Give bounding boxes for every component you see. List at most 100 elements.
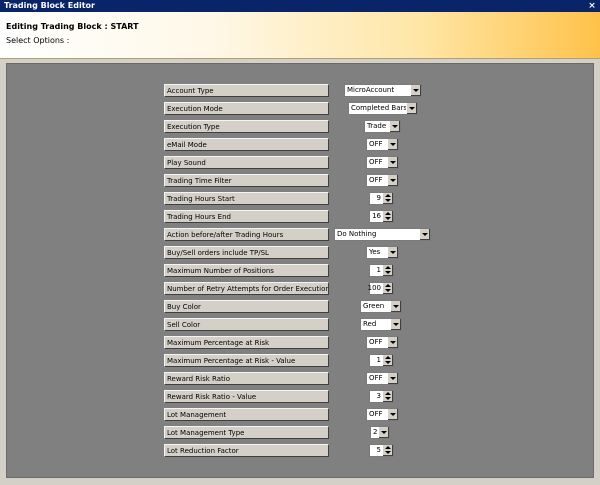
chevron-down-icon[interactable] (387, 175, 398, 186)
chevron-down-icon[interactable] (387, 247, 398, 258)
option-label: Trading Hours End (164, 210, 329, 223)
dropdown-buy-sell-orders-include-tp-sl[interactable]: Yes (366, 246, 399, 259)
option-row-execution-type: Execution Type Trade (164, 119, 564, 137)
option-value: 100 (367, 284, 381, 292)
spin-down-icon[interactable] (385, 199, 391, 202)
dropdown-sell-color[interactable]: Red (360, 318, 402, 331)
spin-down-icon[interactable] (385, 397, 391, 400)
spin-up-icon[interactable] (385, 356, 391, 359)
option-label: eMail Mode (164, 138, 329, 151)
dropdown-lot-management[interactable]: OFF (366, 408, 399, 421)
option-label: Maximum Percentage at Risk (164, 336, 329, 349)
dropdown-lot-management-type[interactable]: 2 (370, 426, 390, 439)
spin-down-icon[interactable] (385, 271, 391, 274)
dropdown-execution-mode[interactable]: Completed Bars (348, 102, 418, 115)
option-label: Reward Risk Ratio (164, 372, 329, 385)
spinner-lot-reduction-factor[interactable]: 5 (369, 444, 394, 457)
spin-up-icon[interactable] (385, 392, 391, 395)
option-value: 1 (376, 356, 381, 364)
option-row-trading-time-filter: Trading Time Filter OFF (164, 173, 564, 191)
spin-arrows-icon[interactable] (383, 355, 393, 366)
dropdown-buy-color[interactable]: Green (360, 300, 402, 313)
close-icon[interactable]: × (587, 1, 597, 11)
option-row-buy-sell-orders-include-tp-sl: Buy/Sell orders include TP/SL Yes (164, 245, 564, 263)
title-bar: Trading Block Editor × (0, 0, 600, 12)
chevron-down-icon[interactable] (406, 103, 417, 114)
dropdown-trading-time-filter[interactable]: OFF (366, 174, 399, 187)
option-row-email-mode: eMail Mode OFF (164, 137, 564, 155)
option-row-number-of-retry-attempts-for-order-execution: Number of Retry Attempts for Order Execu… (164, 281, 564, 299)
spinner-trading-hours-start[interactable]: 9 (369, 192, 394, 205)
option-value: Yes (369, 248, 381, 256)
chevron-down-icon[interactable] (387, 157, 398, 168)
chevron-down-icon[interactable] (389, 121, 400, 132)
option-row-buy-color: Buy Color Green (164, 299, 564, 317)
spin-down-icon[interactable] (385, 289, 391, 292)
option-label: Action before/after Trading Hours (164, 228, 329, 241)
options-panel: Account Type MicroAccount Execution Mode Co… (6, 63, 594, 478)
spin-up-icon[interactable] (385, 446, 391, 449)
spin-down-icon[interactable] (385, 451, 391, 454)
option-label: Lot Management (164, 408, 329, 421)
dropdown-play-sound[interactable]: OFF (366, 156, 399, 169)
option-label: Maximum Percentage at Risk - Value (164, 354, 329, 367)
spin-arrows-icon[interactable] (383, 211, 393, 222)
spinner-maximum-number-of-positions[interactable]: 1 (369, 264, 394, 277)
option-row-trading-hours-start: Trading Hours Start 9 (164, 191, 564, 209)
spin-down-icon[interactable] (385, 217, 391, 220)
option-value: Completed Bars (351, 104, 408, 112)
dropdown-email-mode[interactable]: OFF (366, 138, 399, 151)
option-value: 16 (372, 212, 381, 220)
option-value: OFF (369, 140, 383, 148)
spin-down-icon[interactable] (385, 361, 391, 364)
chevron-down-icon[interactable] (378, 427, 389, 438)
spinner-number-of-retry-attempts-for-order-execution[interactable]: 100 (367, 282, 394, 295)
dropdown-maximum-percentage-at-risk[interactable]: OFF (366, 336, 399, 349)
option-value: Trade (367, 122, 387, 130)
option-label: Reward Risk Ratio - Value (164, 390, 329, 403)
option-row-action-before-after-trading-hours: Action before/after Trading Hours Do Noth… (164, 227, 564, 245)
options-list: Account Type MicroAccount Execution Mode Co… (164, 83, 564, 461)
dropdown-reward-risk-ratio[interactable]: OFF (366, 372, 399, 385)
spin-up-icon[interactable] (385, 266, 391, 269)
chevron-down-icon[interactable] (387, 373, 398, 384)
spin-arrows-icon[interactable] (383, 193, 393, 204)
chevron-down-icon[interactable] (390, 319, 401, 330)
spin-arrows-icon[interactable] (383, 445, 393, 456)
option-value: 2 (373, 428, 378, 436)
spin-up-icon[interactable] (385, 284, 391, 287)
dropdown-execution-type[interactable]: Trade (364, 120, 401, 133)
option-label: Buy Color (164, 300, 329, 313)
chevron-down-icon[interactable] (387, 337, 398, 348)
chevron-down-icon[interactable] (387, 409, 398, 420)
dropdown-action-before-after-trading-hours[interactable]: Do Nothing (334, 228, 431, 241)
spinner-trading-hours-end[interactable]: 16 (369, 210, 394, 223)
chevron-down-icon[interactable] (419, 229, 430, 240)
chevron-down-icon[interactable] (387, 139, 398, 150)
option-label: Maximum Number of Positions (164, 264, 329, 277)
option-row-lot-management: Lot Management OFF (164, 407, 564, 425)
editor-title: Editing Trading Block : START (6, 22, 139, 31)
window-title: Trading Block Editor (4, 1, 95, 10)
spinner-maximum-percentage-at-risk-value[interactable]: 1 (369, 354, 394, 367)
dropdown-account-type[interactable]: MicroAccount (344, 84, 422, 97)
spin-up-icon[interactable] (385, 212, 391, 215)
option-label: Play Sound (164, 156, 329, 169)
spin-arrows-icon[interactable] (383, 265, 393, 276)
option-label: Trading Time Filter (164, 174, 329, 187)
chevron-down-icon[interactable] (410, 85, 421, 96)
spin-arrows-icon[interactable] (383, 391, 393, 402)
spin-up-icon[interactable] (385, 194, 391, 197)
option-row-play-sound: Play Sound OFF (164, 155, 564, 173)
option-row-execution-mode: Execution Mode Completed Bars (164, 101, 564, 119)
option-value: Red (363, 320, 377, 328)
chevron-down-icon[interactable] (390, 301, 401, 312)
option-label: Execution Type (164, 120, 329, 133)
option-label: Trading Hours Start (164, 192, 329, 205)
spin-arrows-icon[interactable] (383, 283, 393, 294)
option-row-lot-reduction-factor: Lot Reduction Factor 5 (164, 443, 564, 461)
option-row-maximum-percentage-at-risk: Maximum Percentage at Risk OFF (164, 335, 564, 353)
option-value: OFF (369, 410, 383, 418)
option-row-reward-risk-ratio-value: Reward Risk Ratio - Value 3 (164, 389, 564, 407)
spinner-reward-risk-ratio-value[interactable]: 3 (369, 390, 394, 403)
